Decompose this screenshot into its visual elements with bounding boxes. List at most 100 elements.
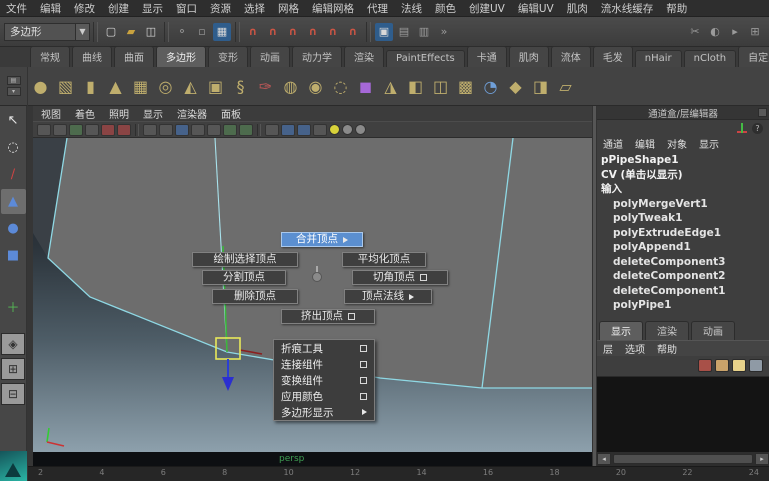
layer-menu-layers[interactable]: 层	[603, 341, 613, 356]
input-node-polyExtrudeEdge1[interactable]: polyExtrudeEdge1	[601, 226, 769, 241]
rotate-tool-icon[interactable]: ●	[1, 216, 26, 241]
poly-pipe-icon[interactable]: ▣	[203, 72, 228, 100]
bevel-icon[interactable]: ◧	[403, 72, 428, 100]
persp-layout-thumbnail[interactable]	[0, 451, 27, 481]
channel-manipulator-icon[interactable]	[736, 122, 748, 134]
input-node-deleteComponent2[interactable]: deleteComponent2	[601, 269, 769, 284]
channelbox-menu-edit[interactable]: 编辑	[635, 136, 655, 151]
input-node-deleteComponent1[interactable]: deleteComponent1	[601, 284, 769, 299]
marking-menu-paint-select-vertices[interactable]: 绘制选择顶点	[192, 252, 298, 267]
channel-speed-state-icon[interactable]: ?	[752, 123, 763, 134]
channelbox-menu-object[interactable]: 对象	[667, 136, 687, 151]
new-scene-icon[interactable]: ▢	[102, 23, 120, 41]
statusline-divider[interactable]	[235, 22, 240, 42]
menuset-dropdown-arrow-icon[interactable]: ▼	[76, 23, 90, 41]
quad-draw-icon[interactable]: ▱	[553, 72, 578, 100]
menu-window[interactable]: 窗口	[176, 1, 197, 16]
history-input-icon[interactable]: ▤	[395, 23, 413, 41]
option-box-icon[interactable]	[420, 274, 427, 281]
layer-menu-options[interactable]: 选项	[625, 341, 645, 356]
camera-attributes-icon[interactable]	[37, 124, 51, 136]
layer-tab-display[interactable]: 显示	[599, 321, 643, 340]
menu-edit[interactable]: 编辑	[40, 1, 61, 16]
new-empty-layer-icon[interactable]	[698, 359, 712, 372]
bridge-icon[interactable]: ◫	[428, 72, 453, 100]
menu-item-apply-color[interactable]: 应用颜色	[274, 388, 374, 404]
marking-menu-split-vertex[interactable]: 分割顶点	[202, 270, 286, 285]
menu-item-connect-components[interactable]: 连接组件	[274, 356, 374, 372]
statusline-divider[interactable]	[93, 22, 98, 42]
merge-vertex-icon[interactable]: ◆	[503, 72, 528, 100]
menu-item-crease-tool[interactable]: 折痕工具	[274, 340, 374, 356]
panel-corner-icon[interactable]	[758, 108, 767, 117]
use-all-lights-icon[interactable]	[265, 124, 279, 136]
viewport-menu-view[interactable]: 视图	[41, 106, 61, 121]
layer-list-empty-area[interactable]	[597, 376, 769, 453]
menu-help[interactable]: 帮助	[666, 1, 687, 16]
safe-action-icon[interactable]	[175, 124, 189, 136]
marking-menu-merge-vertices[interactable]: 合并顶点	[281, 232, 363, 247]
film-gate-icon[interactable]	[101, 124, 115, 136]
menu-proxy[interactable]: 代理	[367, 1, 388, 16]
poly-helix-icon[interactable]: §	[228, 72, 253, 100]
lasso-tool-icon[interactable]: ◌	[1, 135, 26, 160]
menu-item-transform-component[interactable]: 变换组件	[274, 372, 374, 388]
menu-modify[interactable]: 修改	[74, 1, 95, 16]
wireframe-mode-icon[interactable]	[207, 124, 221, 136]
history-chevron-icon[interactable]: »	[435, 23, 453, 41]
smooth-mesh-icon[interactable]: ◍	[278, 72, 303, 100]
multisample-aa-icon[interactable]	[342, 124, 353, 135]
input-node-deleteComponent3[interactable]: deleteComponent3	[601, 255, 769, 270]
sculpt-geometry-icon[interactable]: ✑	[253, 72, 278, 100]
bookmarks-icon[interactable]	[53, 124, 67, 136]
append-polygon-icon[interactable]: ▩	[453, 72, 478, 100]
option-box-icon[interactable]	[360, 345, 367, 352]
menu-edit-mesh[interactable]: 编辑网格	[312, 1, 354, 16]
two-pane-layout-button[interactable]: ⊟	[1, 383, 25, 405]
grid-icon[interactable]	[85, 124, 99, 136]
menu-color[interactable]: 颜色	[435, 1, 456, 16]
safe-title-icon[interactable]	[191, 124, 205, 136]
marking-menu-delete-vertex[interactable]: 删除顶点	[212, 289, 298, 304]
marking-menu-average-vertices[interactable]: 平均化顶点	[342, 252, 426, 267]
default-lighting-icon[interactable]	[329, 124, 340, 135]
statusline-divider[interactable]	[164, 22, 169, 42]
menu-file[interactable]: 文件	[6, 1, 27, 16]
menu-normals[interactable]: 法线	[401, 1, 422, 16]
poly-plane-icon[interactable]: ▦	[128, 72, 153, 100]
viewport-menu-renderer[interactable]: 渲染器	[177, 106, 207, 121]
shelf-tab-fluids[interactable]: 流体	[551, 46, 591, 67]
open-scene-icon[interactable]: ▰	[122, 23, 140, 41]
shelf-tab-deformation[interactable]: 变形	[208, 46, 248, 67]
menu-pipeline-cache[interactable]: 流水线缓存	[601, 1, 654, 16]
menu-select[interactable]: 选择	[244, 1, 265, 16]
menuset-dropdown[interactable]: 多边形	[4, 23, 76, 41]
menu-edit-uv[interactable]: 编辑UV	[518, 1, 554, 16]
render-current-frame-icon[interactable]: ◐	[706, 23, 724, 41]
poly-pyramid-icon[interactable]: ◭	[178, 72, 203, 100]
save-scene-icon[interactable]: ◫	[142, 23, 160, 41]
marking-menu-vertex-normal[interactable]: 顶点法线	[344, 289, 432, 304]
open-render-view-icon[interactable]: ✂	[686, 23, 704, 41]
snap-to-curve-icon[interactable]: ∩	[264, 23, 282, 41]
render-settings-icon[interactable]: ⊞	[746, 23, 764, 41]
split-polygon-icon[interactable]: ◔	[478, 72, 503, 100]
mirror-geometry-icon[interactable]: ◨	[528, 72, 553, 100]
viewport-menu-lighting[interactable]: 照明	[109, 106, 129, 121]
time-slider[interactable]: 2 4 6 8 10 12 14 16 18 20 22 24	[28, 466, 769, 481]
layer-options-icon[interactable]	[749, 359, 763, 372]
universal-manipulator-icon[interactable]: ＋	[1, 294, 26, 319]
select-by-hierarchy-icon[interactable]: ⚬	[173, 23, 191, 41]
menu-mesh[interactable]: 网格	[278, 1, 299, 16]
xray-mode-icon[interactable]	[355, 124, 366, 135]
snap-to-point-icon[interactable]: ∩	[284, 23, 302, 41]
viewport-canvas[interactable]: 合并顶点 绘制选择顶点 平均化顶点 分割顶点 切角顶点 删除顶点 顶点法线	[33, 138, 592, 452]
poly-torus-icon[interactable]: ◎	[153, 72, 178, 100]
channelbox-cv-row[interactable]: CV (单击以显示)	[601, 168, 769, 183]
field-chart-icon[interactable]	[159, 124, 173, 136]
paint-select-tool-icon[interactable]: ∕	[1, 162, 26, 187]
menu-muscle[interactable]: 肌肉	[567, 1, 588, 16]
shelf-tab-rendering[interactable]: 渲染	[344, 46, 384, 67]
menu-assets[interactable]: 资源	[210, 1, 231, 16]
shelf-tab-dynamics[interactable]: 动力学	[292, 46, 342, 67]
